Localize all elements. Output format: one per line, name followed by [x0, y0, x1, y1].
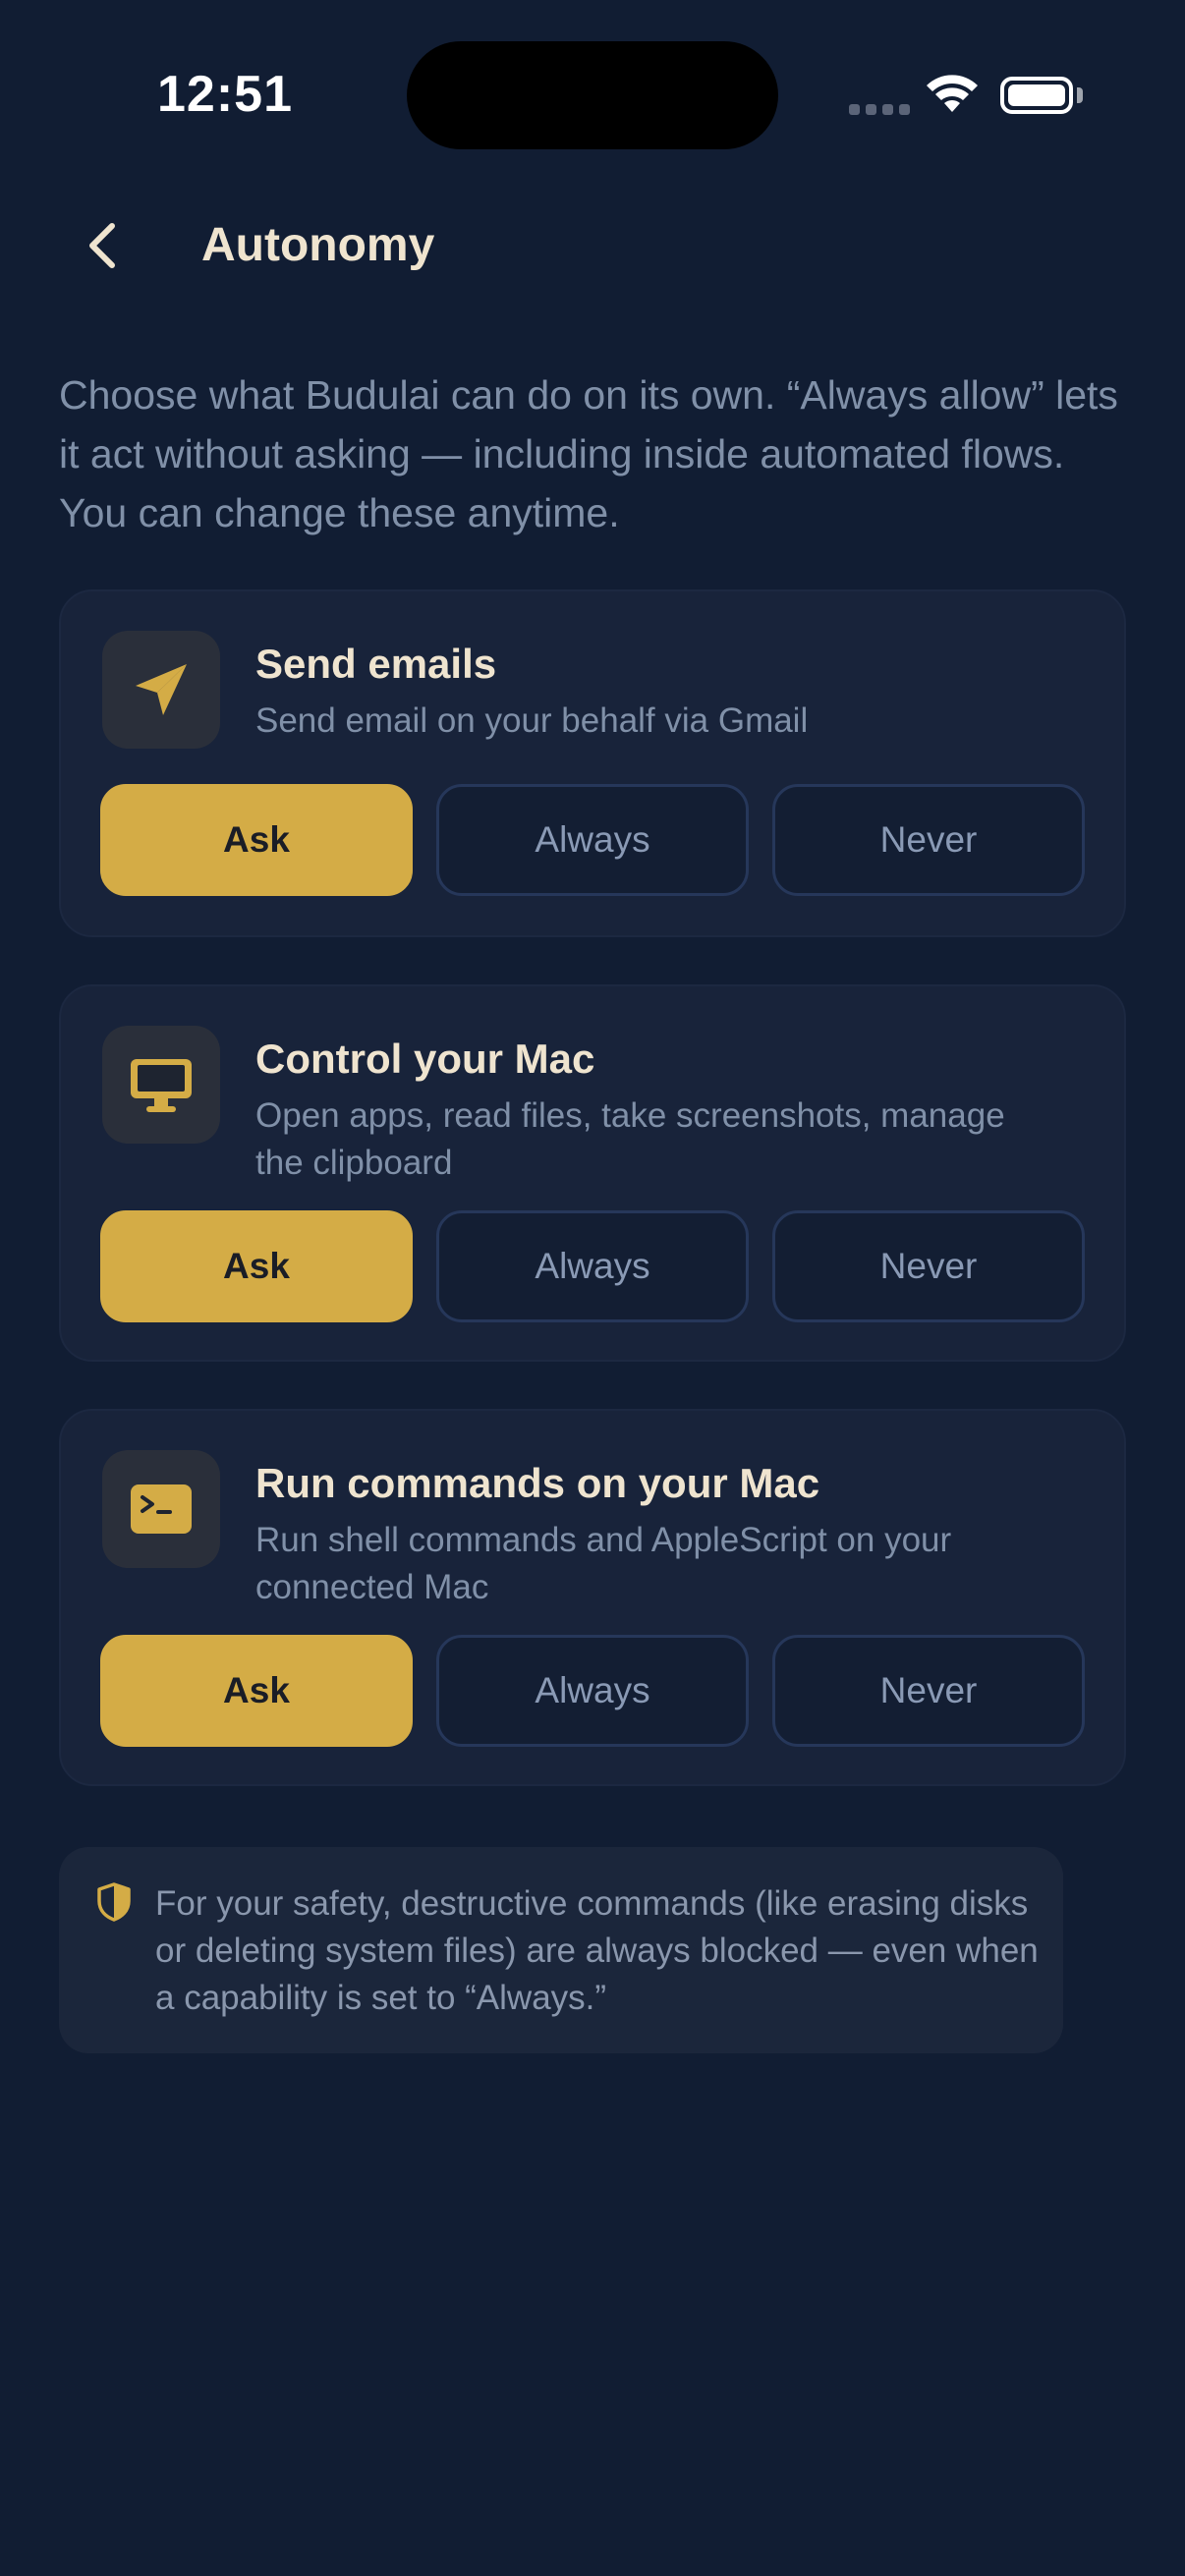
- battery-icon: [1000, 77, 1073, 114]
- autonomy-screen: 12:51 Autonomy Choose what Budulai can d…: [0, 0, 1185, 2576]
- page-title: Autonomy: [201, 219, 435, 271]
- monitor-icon: [131, 1059, 192, 1112]
- capability-description: Run shell commands and AppleScript on yo…: [255, 1521, 952, 1606]
- autonomy-segmented-control: Ask Always Never: [100, 1210, 1085, 1322]
- capability-icon-box: [102, 631, 220, 749]
- never-option-button[interactable]: Never: [772, 784, 1085, 896]
- dynamic-island: [407, 41, 778, 149]
- always-option-button[interactable]: Always: [436, 1210, 749, 1322]
- always-option-button[interactable]: Always: [436, 784, 749, 896]
- safety-note-text: For your safety, destructive commands (l…: [155, 1884, 1039, 2017]
- capability-description: Open apps, read files, take screenshots,…: [255, 1096, 1005, 1182]
- never-option-button[interactable]: Never: [772, 1210, 1085, 1322]
- ask-option-button[interactable]: Ask: [100, 784, 413, 896]
- terminal-icon: [131, 1484, 192, 1534]
- status-time: 12:51: [157, 66, 293, 123]
- autonomy-segmented-control: Ask Always Never: [100, 784, 1085, 896]
- capability-icon-box: [102, 1026, 220, 1144]
- capability-card-control-mac: Control your Mac Open apps, read files, …: [59, 984, 1126, 1362]
- capability-title: Run commands on your Mac: [255, 1460, 820, 1506]
- capability-title: Send emails: [255, 641, 497, 687]
- battery-nub: [1077, 87, 1083, 103]
- ask-option-button[interactable]: Ask: [100, 1210, 413, 1322]
- back-button[interactable]: [63, 206, 141, 285]
- autonomy-segmented-control: Ask Always Never: [100, 1635, 1085, 1747]
- wifi-icon: [927, 75, 978, 112]
- paper-plane-icon: [136, 664, 187, 715]
- cellular-signal-icon: [849, 104, 910, 115]
- always-option-button[interactable]: Always: [436, 1635, 749, 1747]
- capability-card-run-commands: Run commands on your Mac Run shell comma…: [59, 1409, 1126, 1786]
- capability-icon-box: [102, 1450, 220, 1568]
- ask-option-button[interactable]: Ask: [100, 1635, 413, 1747]
- intro-text: Choose what Budulai can do on its own. “…: [59, 372, 1118, 535]
- status-bar: 12:51: [0, 0, 1185, 187]
- chevron-left-icon: [89, 223, 115, 268]
- safety-note: For your safety, destructive commands (l…: [59, 1847, 1063, 2053]
- capability-title: Control your Mac: [255, 1036, 595, 1082]
- capability-card-send-emails: Send emails Send email on your behalf vi…: [59, 589, 1126, 937]
- shield-icon: [97, 1882, 131, 1922]
- capability-description: Send email on your behalf via Gmail: [255, 701, 809, 740]
- never-option-button[interactable]: Never: [772, 1635, 1085, 1747]
